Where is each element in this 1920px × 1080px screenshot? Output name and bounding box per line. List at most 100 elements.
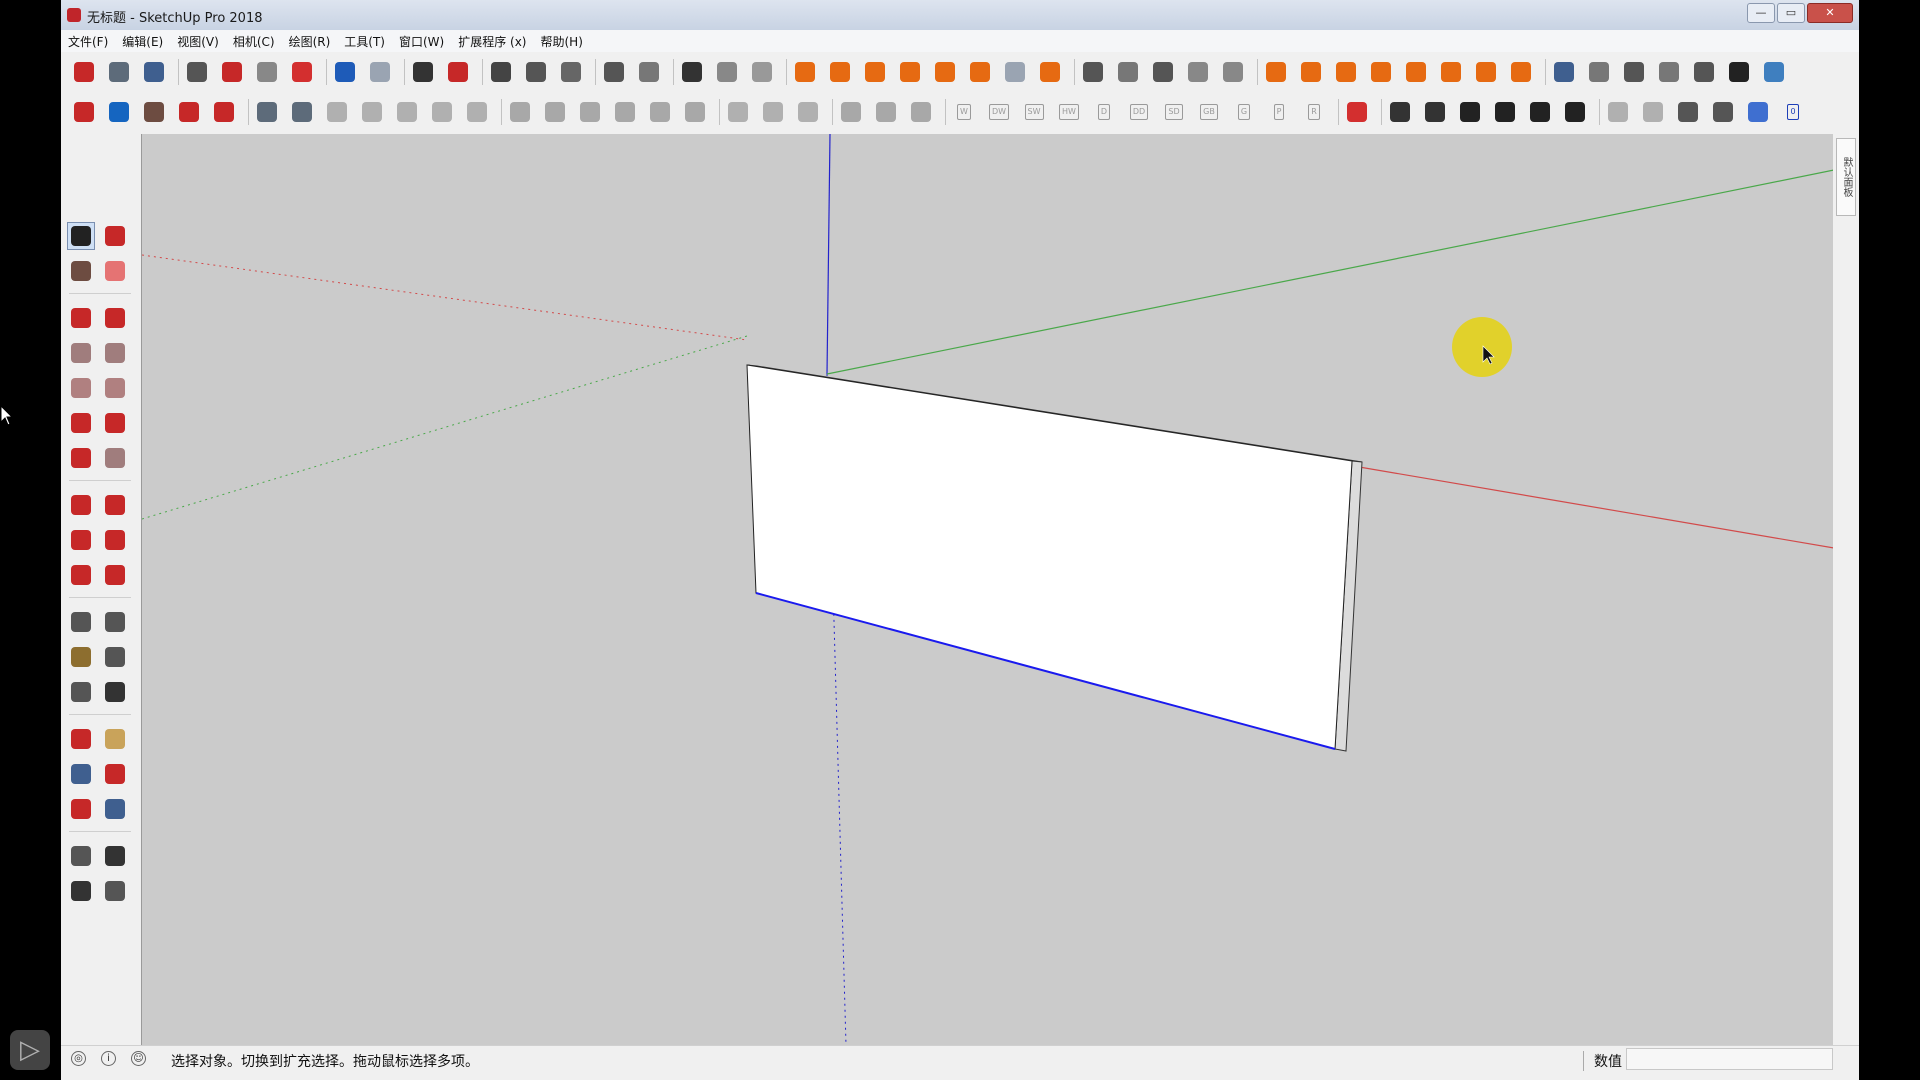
offset-tool[interactable] [101, 561, 129, 589]
face-3-button[interactable] [1675, 99, 1701, 125]
dd-button[interactable]: DD [1126, 99, 1152, 125]
validity-button[interactable] [488, 59, 514, 85]
plugin-2-button[interactable] [106, 99, 132, 125]
new-button[interactable] [71, 59, 97, 85]
style-color-button[interactable] [1761, 59, 1787, 85]
menu-item-0[interactable]: 文件(F) [61, 33, 115, 50]
minimize-button[interactable]: — [1747, 3, 1775, 23]
menu-item-4[interactable]: 绘图(R) [282, 33, 338, 50]
sandbox-button[interactable] [601, 59, 627, 85]
leaf-button[interactable] [1220, 59, 1246, 85]
rotate-tool[interactable] [67, 526, 95, 554]
gb-button[interactable]: GB [1196, 99, 1222, 125]
grid-4-button[interactable] [359, 99, 385, 125]
tape-measure-tool[interactable] [67, 608, 95, 636]
section-plane-tool[interactable] [101, 877, 129, 905]
modeling-viewport[interactable] [141, 134, 1834, 1045]
grid-7-button[interactable] [464, 99, 490, 125]
view-right-button[interactable] [1492, 99, 1518, 125]
view-front-button[interactable] [1457, 99, 1483, 125]
geo-location-icon[interactable]: ◎ [71, 1051, 86, 1066]
undo-button[interactable] [332, 59, 358, 85]
dimension-tool[interactable] [101, 608, 129, 636]
bin-button[interactable] [1368, 59, 1394, 85]
move-axis-2-button[interactable] [542, 99, 568, 125]
maximize-button[interactable]: ▭ [1777, 3, 1805, 23]
rotated-rectangle-tool[interactable] [101, 339, 129, 367]
window-button[interactable] [679, 59, 705, 85]
zoom-window-tool[interactable] [101, 760, 129, 788]
measurements-input[interactable] [1626, 1048, 1833, 1070]
tray-tab[interactable]: 默认面板 [1836, 138, 1856, 216]
box-open-button[interactable] [1150, 59, 1176, 85]
scale-tool[interactable] [67, 561, 95, 589]
style-hidden-button[interactable] [1621, 59, 1647, 85]
menu-item-8[interactable]: 帮助(H) [533, 33, 589, 50]
spark-button[interactable] [932, 59, 958, 85]
look-around-tool[interactable] [101, 842, 129, 870]
menu-item-2[interactable]: 视图(V) [170, 33, 226, 50]
dome-button[interactable] [967, 59, 993, 85]
face-2-button[interactable] [1640, 99, 1666, 125]
face-4-button[interactable] [1710, 99, 1736, 125]
zoom-frame-button[interactable] [1473, 59, 1499, 85]
freehand-tool[interactable] [101, 304, 129, 332]
erase-button[interactable] [289, 59, 315, 85]
three-point-arc-tool[interactable] [67, 444, 95, 472]
dw-button[interactable]: DW [986, 99, 1012, 125]
paste-button[interactable] [254, 59, 280, 85]
save-button[interactable] [141, 59, 167, 85]
eraser-tool[interactable] [101, 257, 129, 285]
box-button[interactable] [1115, 59, 1141, 85]
make-component-tool[interactable] [101, 222, 129, 250]
extension-warehouse-button[interactable] [558, 59, 584, 85]
select-tool[interactable] [67, 222, 95, 250]
layers-button[interactable] [1726, 59, 1752, 85]
style-mono-button[interactable] [1691, 59, 1717, 85]
align-1-button[interactable] [647, 99, 673, 125]
two-point-arc-tool[interactable] [101, 409, 129, 437]
frame-1-button[interactable] [725, 99, 751, 125]
frame-2-button[interactable] [760, 99, 786, 125]
protractor-tool[interactable] [67, 643, 95, 671]
panel-button[interactable] [1344, 99, 1370, 125]
polygon-tool[interactable] [101, 374, 129, 402]
menu-item-1[interactable]: 编辑(E) [115, 33, 170, 50]
plugin-3-button[interactable] [141, 99, 167, 125]
w-button[interactable]: W [951, 99, 977, 125]
user-icon[interactable]: ☺ [131, 1051, 146, 1066]
grid-6-button[interactable] [429, 99, 455, 125]
cut-button[interactable] [184, 59, 210, 85]
orbit-tool[interactable] [67, 725, 95, 753]
style-shaded-button[interactable] [1551, 59, 1577, 85]
view-iso-button[interactable] [1387, 99, 1413, 125]
section-button[interactable] [636, 59, 662, 85]
view-back-button[interactable] [1527, 99, 1553, 125]
grid-2-button[interactable] [289, 99, 315, 125]
plugin-1-button[interactable] [71, 99, 97, 125]
arc-tool[interactable] [67, 409, 95, 437]
move-tool[interactable] [67, 491, 95, 519]
move-axis-1-button[interactable] [507, 99, 533, 125]
p-button[interactable]: P [1266, 99, 1292, 125]
light-button[interactable] [1037, 59, 1063, 85]
wall-3-button[interactable] [908, 99, 934, 125]
grid-5-button[interactable] [394, 99, 420, 125]
menu-item-5[interactable]: 工具(T) [337, 33, 392, 50]
pie-tool[interactable] [101, 444, 129, 472]
axes-tool[interactable] [67, 678, 95, 706]
wall-1-button[interactable] [838, 99, 864, 125]
line-tool[interactable] [67, 304, 95, 332]
lock-button[interactable] [749, 59, 775, 85]
umbrella-button[interactable] [897, 59, 923, 85]
follow-me-tool[interactable] [101, 526, 129, 554]
r-button[interactable]: R [1301, 99, 1327, 125]
walk-tool[interactable] [67, 877, 95, 905]
info-icon[interactable]: i [101, 1051, 116, 1066]
angle-button[interactable] [862, 59, 888, 85]
previous-view-tool[interactable] [101, 795, 129, 823]
shuffle-button[interactable] [1403, 59, 1429, 85]
push-pull-tool[interactable] [101, 491, 129, 519]
plugin-5-button[interactable] [211, 99, 237, 125]
style-wire-button[interactable] [1586, 59, 1612, 85]
